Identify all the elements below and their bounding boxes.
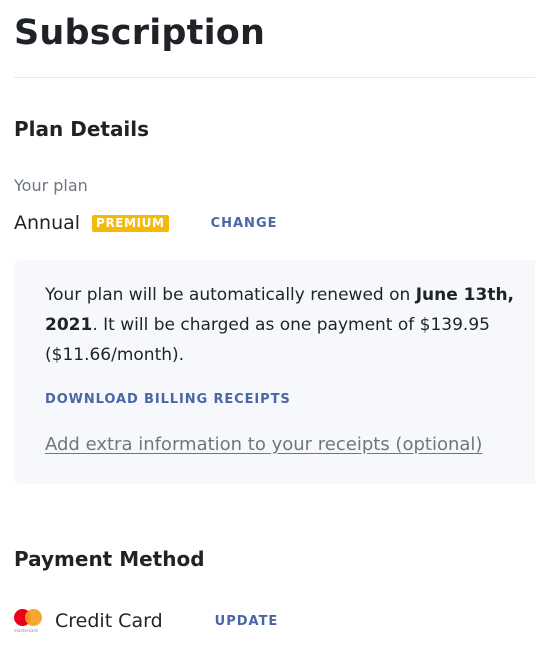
renewal-text: Your plan will be automatically renewed … [45, 280, 515, 370]
renewal-info-box: Your plan will be automatically renewed … [14, 260, 535, 484]
mastercard-orange-circle [25, 609, 42, 626]
update-payment-button[interactable]: UPDATE [215, 614, 279, 629]
plan-details-heading: Plan Details [14, 117, 150, 141]
payment-method-heading: Payment Method [14, 547, 205, 571]
premium-badge: PREMIUM [92, 214, 169, 232]
plan-name: Annual [14, 212, 81, 234]
payment-method-row: mastercard Credit Card UPDATE [14, 606, 278, 636]
mastercard-icon: mastercard [14, 606, 46, 636]
mastercard-wordmark: mastercard [14, 628, 38, 633]
add-extra-receipt-info-link[interactable]: Add extra information to your receipts (… [45, 434, 482, 455]
credit-card-label: Credit Card [55, 610, 163, 632]
plan-row: Annual PREMIUM CHANGE [14, 210, 278, 236]
page-title: Subscription [14, 13, 266, 53]
renewal-text-after: . It will be charged as one payment of $… [45, 315, 490, 365]
renewal-text-before: Your plan will be automatically renewed … [45, 285, 416, 305]
change-plan-button[interactable]: CHANGE [211, 216, 278, 231]
your-plan-label: Your plan [14, 176, 88, 195]
download-billing-receipts-link[interactable]: DOWNLOAD BILLING RECEIPTS [45, 392, 291, 407]
title-divider [14, 77, 535, 78]
